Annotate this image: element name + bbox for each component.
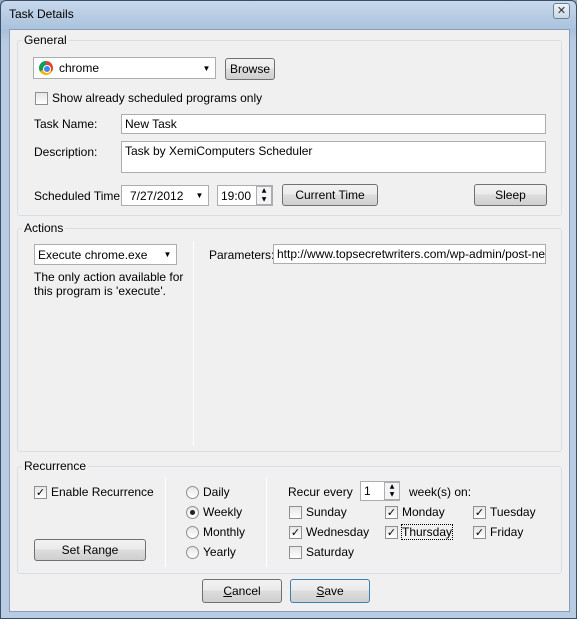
spin-up-icon[interactable]: ▲ — [257, 187, 271, 196]
recurrence-divider-1 — [165, 477, 166, 567]
monday-checkbox[interactable]: ✓ — [385, 506, 398, 519]
enable-recurrence-checkbox[interactable]: ✓ — [34, 486, 47, 499]
chevron-down-icon[interactable]: ▼ — [199, 59, 214, 77]
recur-every-spinner[interactable]: ▲ ▼ — [384, 482, 400, 500]
task-name-label: Task Name: — [34, 117, 98, 131]
yearly-radio[interactable] — [186, 546, 199, 559]
enable-recurrence-label: Enable Recurrence — [51, 485, 154, 499]
program-select-value: chrome — [59, 61, 100, 75]
weekly-label: Weekly — [203, 505, 243, 519]
weeks-on-label: week(s) on: — [409, 485, 472, 499]
sunday-checkbox[interactable] — [289, 506, 302, 519]
action-note: The only action available for this progr… — [34, 270, 184, 298]
radio-selected-dot — [190, 510, 195, 515]
calendar-dropdown-icon[interactable]: ▼ — [192, 187, 207, 204]
general-group-label: General — [22, 33, 69, 47]
general-group: General chrome ▼ Browse Show already sch… — [17, 33, 562, 216]
friday-label: Friday — [490, 525, 524, 539]
recur-every-label: Recur every — [288, 485, 353, 499]
monthly-radio[interactable] — [186, 526, 199, 539]
task-name-input[interactable]: New Task — [121, 114, 546, 134]
show-scheduled-label: Show already scheduled programs only — [52, 91, 263, 105]
save-button[interactable]: Save — [290, 579, 370, 603]
saturday-checkbox[interactable] — [289, 546, 302, 559]
chrome-icon — [39, 61, 53, 75]
description-label: Description: — [34, 145, 98, 159]
close-icon[interactable]: ✕ — [553, 3, 570, 19]
action-select[interactable]: Execute chrome.exe ▼ — [34, 244, 177, 265]
sleep-button[interactable]: Sleep — [474, 184, 547, 206]
friday-checkbox[interactable]: ✓ — [473, 526, 486, 539]
chevron-down-icon[interactable]: ▼ — [160, 246, 175, 263]
recurrence-divider-2 — [266, 477, 267, 567]
dialog-body: General chrome ▼ Browse Show already sch… — [9, 29, 570, 612]
actions-group-label: Actions — [22, 221, 66, 235]
program-select[interactable]: chrome ▼ — [33, 57, 216, 79]
spin-down-icon[interactable]: ▼ — [257, 196, 271, 205]
cancel-button[interactable]: Cancel — [202, 579, 282, 603]
monthly-label: Monthly — [203, 525, 246, 539]
weekly-radio[interactable] — [186, 506, 199, 519]
thursday-label: Thursday — [400, 524, 454, 540]
thursday-checkbox[interactable]: ✓ — [385, 526, 398, 539]
browse-button[interactable]: Browse — [225, 58, 275, 80]
recurrence-group: Recurrence ✓ Enable Recurrence Set Range… — [17, 459, 562, 574]
set-range-button[interactable]: Set Range — [34, 539, 146, 561]
task-details-window: Task Details ✕ General chrome ▼ Browse S… — [0, 0, 577, 619]
tuesday-checkbox[interactable]: ✓ — [473, 506, 486, 519]
spin-up-icon[interactable]: ▲ — [385, 483, 399, 491]
recurrence-group-label: Recurrence — [22, 459, 89, 473]
spin-down-icon[interactable]: ▼ — [385, 491, 399, 499]
parameters-label: Parameters: — [209, 248, 275, 262]
yearly-label: Yearly — [203, 545, 236, 559]
sunday-label: Sunday — [306, 505, 347, 519]
daily-radio[interactable] — [186, 486, 199, 499]
description-input[interactable]: Task by XemiComputers Scheduler — [121, 141, 546, 173]
date-picker[interactable]: 7/27/2012 ▼ — [121, 185, 209, 206]
date-picker-value: 7/27/2012 — [130, 189, 184, 203]
current-time-button[interactable]: Current Time — [282, 184, 378, 206]
daily-label: Daily — [203, 485, 230, 499]
wednesday-checkbox[interactable]: ✓ — [289, 526, 302, 539]
tuesday-label: Tuesday — [490, 505, 536, 519]
window-title: Task Details — [9, 7, 74, 21]
time-spinner[interactable]: ▲ ▼ — [256, 186, 272, 205]
wednesday-label: Wednesday — [306, 525, 370, 539]
parameters-input[interactable]: http://www.topsecretwriters.com/wp-admin… — [273, 244, 546, 264]
actions-divider — [193, 241, 194, 446]
show-scheduled-checkbox[interactable] — [35, 92, 48, 105]
monday-label: Monday — [402, 505, 445, 519]
saturday-label: Saturday — [306, 545, 355, 559]
scheduled-time-label: Scheduled Time: — [34, 189, 124, 203]
action-select-value: Execute chrome.exe — [38, 248, 148, 262]
title-bar[interactable]: Task Details ✕ — [1, 1, 576, 29]
actions-group: Actions Execute chrome.exe ▼ The only ac… — [17, 221, 562, 452]
time-input-value: 19:00 — [221, 189, 252, 203]
